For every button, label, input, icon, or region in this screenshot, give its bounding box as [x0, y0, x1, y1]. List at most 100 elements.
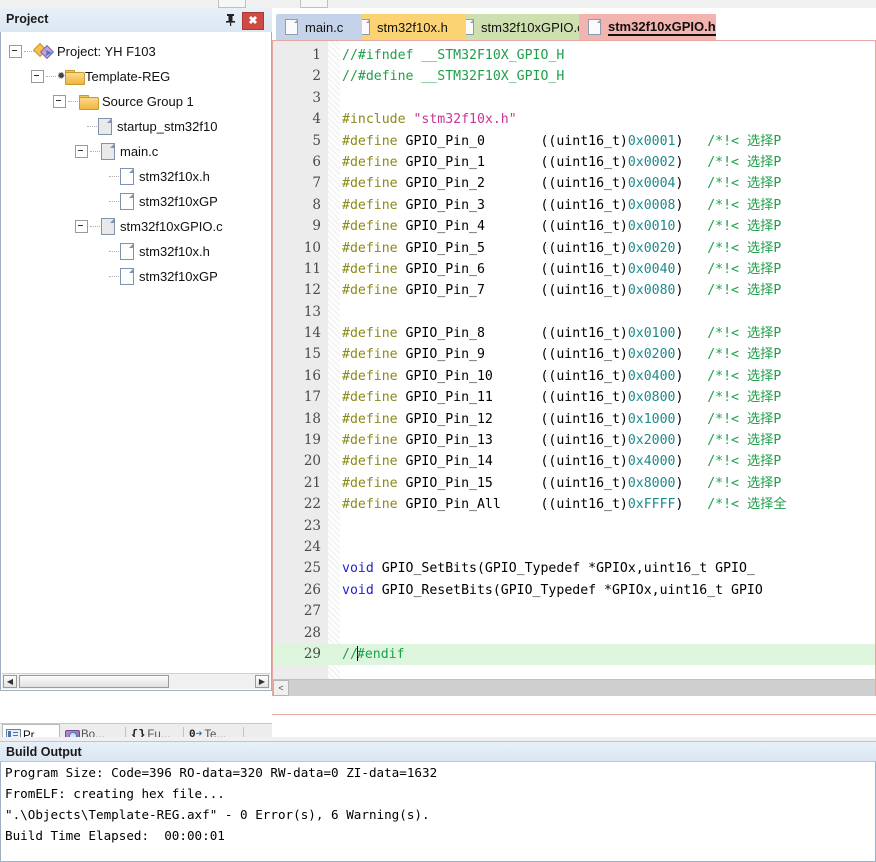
code-token: //: [342, 646, 358, 662]
project-panel-hscrollbar[interactable]: ◀ ▶: [2, 673, 270, 689]
tree-item-stm32f10xgpio-c[interactable]: stm32f10xGPIO.c: [1, 213, 271, 238]
code-token: #define: [342, 433, 398, 449]
code-token: //#ifndef __STM32F10X_GPIO_H: [342, 48, 565, 63]
tree-item-label: stm32f10xGPIO.c: [120, 219, 223, 235]
tree-item-stm32f10xgp[interactable]: stm32f10xGP: [1, 263, 271, 288]
tree-item-source-group-1[interactable]: Source Group 1: [1, 88, 271, 113]
tree-item-project-yh-f103[interactable]: ➤ Project: YH F103: [1, 38, 271, 63]
code-token: GPIO_Pin_12 ((uint16_t): [397, 411, 628, 427]
tree-expander-icon[interactable]: [53, 95, 66, 109]
code-token: 0x0020: [627, 240, 676, 256]
editor-tab-stm32f10xgpio-c[interactable]: stm32f10xGPIO.c: [452, 14, 593, 40]
code-line-8[interactable]: 8 #define GPIO_Pin_3 ((uint16_t)0x0008) /…: [273, 195, 875, 216]
code-line-19[interactable]: 19 #define GPIO_Pin_13 ((uint16_t)0x2000)…: [273, 430, 875, 451]
tree-item-startup-stm32f10[interactable]: startup_stm32f10: [1, 113, 271, 138]
code-line-17[interactable]: 17 #define GPIO_Pin_11 ((uint16_t)0x0800)…: [273, 387, 875, 408]
line-number: 16: [303, 367, 321, 384]
tree-item-main-c[interactable]: main.c: [1, 138, 271, 163]
code-line-7[interactable]: 7 #define GPIO_Pin_2 ((uint16_t)0x0004) /…: [273, 173, 875, 194]
tree-expander-icon[interactable]: [75, 220, 88, 234]
pin-icon[interactable]: [222, 12, 238, 28]
tree-expander-icon[interactable]: [75, 145, 88, 159]
code-token: //#define __STM32F10X_GPIO_H: [342, 69, 565, 85]
toolbar-button-a[interactable]: [218, 0, 246, 8]
code-line-20[interactable]: 20 #define GPIO_Pin_14 ((uint16_t)0x4000)…: [273, 451, 875, 472]
editor-tab-main-c[interactable]: main.c: [276, 14, 362, 40]
editor-hscrollbar[interactable]: <: [273, 679, 875, 696]
project-tree-container[interactable]: ➤ Project: YH F103 ✹ Template-REG Source Gro…: [0, 32, 272, 691]
code-line-21[interactable]: 21 #define GPIO_Pin_15 ((uint16_t)0x8000)…: [273, 473, 875, 494]
code-line-1[interactable]: 1 //#ifndef __STM32F10X_GPIO_H: [273, 45, 875, 66]
file-icon: [285, 19, 298, 35]
code-editor[interactable]: 1//#ifndef __STM32F10X_GPIO_H 2//#define …: [272, 41, 876, 696]
code-line-text: #define GPIO_Pin_1 ((uint16_t)0x0002) /*…: [342, 152, 781, 173]
code-token: #define: [342, 197, 398, 213]
code-token: 0xFFFF: [627, 497, 676, 513]
code-token: #define: [342, 326, 398, 342]
build-output-body[interactable]: Program Size: Code=396 RO-data=320 RW-da…: [0, 762, 876, 862]
toolbar-button-b[interactable]: [300, 0, 328, 8]
scroll-right-icon[interactable]: ▶: [255, 675, 269, 688]
code-token: /*!< 选择P: [683, 240, 782, 256]
code-line-text: #define GPIO_Pin_6 ((uint16_t)0x0040) /*…: [342, 259, 781, 280]
close-icon[interactable]: ✖: [242, 12, 264, 30]
code-line-13[interactable]: 13: [273, 302, 875, 323]
code-line-12[interactable]: 12 #define GPIO_Pin_7 ((uint16_t)0x0080) …: [273, 280, 875, 301]
scrollbar-thumb[interactable]: [19, 675, 169, 688]
code-line-24[interactable]: 24: [273, 537, 875, 558]
code-line-10[interactable]: 10 #define GPIO_Pin_5 ((uint16_t)0x0020) …: [273, 238, 875, 259]
tree-item-stm32f10x-h[interactable]: stm32f10x.h: [1, 238, 271, 263]
code-line-5[interactable]: 5 #define GPIO_Pin_0 ((uint16_t)0x0001) /…: [273, 131, 875, 152]
line-number: 2: [312, 68, 321, 85]
code-line-text: //#ifndef __STM32F10X_GPIO_H: [342, 45, 564, 66]
code-line-15[interactable]: 15 #define GPIO_Pin_9 ((uint16_t)0x0200) …: [273, 344, 875, 365]
code-line-22[interactable]: 22 #define GPIO_Pin_All ((uint16_t)0xFFFF…: [273, 494, 875, 515]
code-line-29[interactable]: 29 //#endif: [273, 643, 875, 666]
code-line-4[interactable]: 4 #include "stm32f10x.h": [273, 109, 875, 130]
code-token: 0x0002: [627, 154, 676, 170]
code-line-3[interactable]: 3: [273, 88, 875, 109]
line-number: 13: [303, 303, 321, 320]
tree-expander-icon[interactable]: [31, 70, 44, 84]
project-icon: ➤: [32, 42, 55, 60]
line-number: 12: [303, 282, 321, 299]
code-token: #define: [342, 497, 398, 513]
code-lines: 1//#ifndef __STM32F10X_GPIO_H 2//#define …: [273, 45, 875, 666]
code-token: 0x0080: [627, 283, 676, 299]
file-icon: [120, 268, 134, 286]
pin-glyph: [225, 14, 235, 26]
code-line-16[interactable]: 16 #define GPIO_Pin_10 ((uint16_t)0x0400)…: [273, 366, 875, 387]
code-token: 0x0040: [627, 261, 676, 277]
tree-item-template-reg[interactable]: ✹ Template-REG: [1, 63, 271, 88]
line-number: 26: [303, 581, 321, 598]
code-token: #define: [342, 454, 398, 470]
editor-tab-stm32f10x-h[interactable]: stm32f10x.h: [348, 14, 466, 40]
code-line-27[interactable]: 27: [273, 601, 875, 622]
tree-item-stm32f10x-h[interactable]: stm32f10x.h: [1, 163, 271, 188]
code-line-14[interactable]: 14 #define GPIO_Pin_8 ((uint16_t)0x0100) …: [273, 323, 875, 344]
code-token: /*!< 选择P: [683, 390, 782, 406]
tree-expander-icon[interactable]: [9, 45, 22, 59]
scroll-left-icon[interactable]: ◀: [3, 675, 17, 688]
file-icon: [101, 218, 115, 236]
line-number: 17: [303, 389, 321, 406]
code-token: GPIO_Pin_14 ((uint16_t): [397, 454, 628, 470]
code-token: /*!< 选择P: [683, 347, 782, 363]
code-line-23[interactable]: 23: [273, 516, 875, 537]
code-line-28[interactable]: 28: [273, 623, 875, 644]
code-token: GPIO_Pin_11 ((uint16_t): [397, 390, 628, 406]
code-line-26[interactable]: 26 void GPIO_ResetBits(GPIO_Typedef *GPIO…: [273, 580, 875, 601]
code-line-text: #define GPIO_Pin_9 ((uint16_t)0x0200) /*…: [342, 344, 781, 365]
code-line-11[interactable]: 11 #define GPIO_Pin_6 ((uint16_t)0x0040) …: [273, 259, 875, 280]
code-line-18[interactable]: 18 #define GPIO_Pin_12 ((uint16_t)0x1000)…: [273, 409, 875, 430]
line-number: 15: [303, 346, 321, 363]
code-line-25[interactable]: 25 void GPIO_SetBits(GPIO_Typedef *GPIOx,…: [273, 558, 875, 579]
tree-item-stm32f10xgp[interactable]: stm32f10xGP: [1, 188, 271, 213]
code-line-2[interactable]: 2 //#define __STM32F10X_GPIO_H: [273, 66, 875, 87]
editor-scroll-left-icon[interactable]: <: [273, 680, 289, 696]
target-icon: ✹: [57, 69, 85, 85]
code-line-6[interactable]: 6 #define GPIO_Pin_1 ((uint16_t)0x0002) /…: [273, 152, 875, 173]
code-token: /*!< 选择P: [683, 283, 782, 299]
editor-tab-stm32f10xgpio-h[interactable]: stm32f10xGPIO.h: [579, 14, 716, 40]
code-line-9[interactable]: 9 #define GPIO_Pin_4 ((uint16_t)0x0010) /…: [273, 216, 875, 237]
